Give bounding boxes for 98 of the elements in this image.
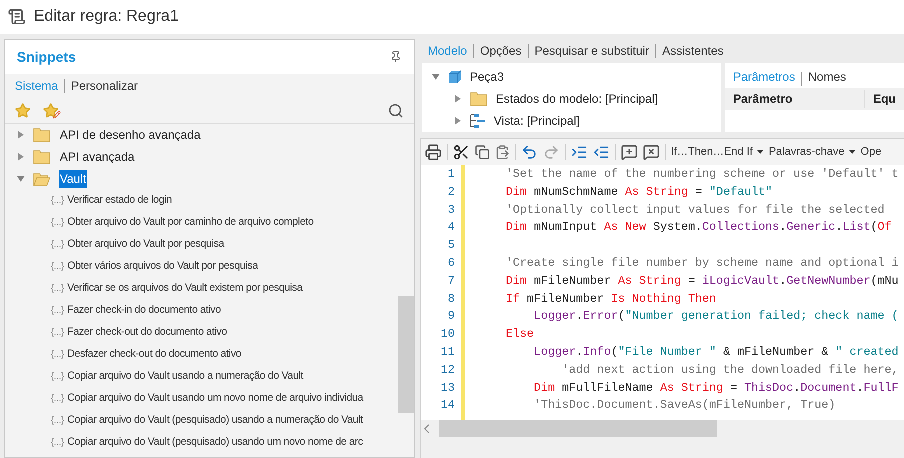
line-number: 13 <box>440 380 455 397</box>
snippet-item[interactable]: Desfazer check-out do documento ativo <box>68 347 242 363</box>
code-line: 'ThisDoc.Document.SaveAs(mFileNumber, True) <box>533 397 836 414</box>
folder-icon <box>33 172 51 186</box>
add-comment-icon[interactable] <box>621 144 638 160</box>
redo-icon[interactable] <box>543 144 560 160</box>
pin-icon[interactable] <box>390 51 402 63</box>
snippet-marker: {...} <box>51 370 65 384</box>
line-number: 7 <box>448 272 455 290</box>
snippet-marker: {...} <box>51 260 65 274</box>
line-number: 1 <box>448 166 455 183</box>
caret-icon <box>848 150 856 154</box>
line-number: 8 <box>448 290 455 308</box>
snippet-marker: {...} <box>51 282 65 296</box>
snippet-marker: {...} <box>51 304 65 318</box>
expand-caret-icon[interactable] <box>454 95 462 103</box>
expand-caret-icon[interactable] <box>17 131 25 139</box>
panel-title: Snippets <box>17 48 76 67</box>
tab[interactable]: Pesquisar e substituir <box>534 42 650 60</box>
caret-icon <box>756 150 764 154</box>
column-header[interactable]: Equ <box>865 90 904 108</box>
code-line: Dim mFileNumber As String = iLogicVault.GetNewNumber(mNu <box>506 272 899 290</box>
line-number: 2 <box>448 184 455 201</box>
snippet-item[interactable]: Obter arquivo do Vault por pesquisa <box>68 237 224 253</box>
snippet-item[interactable]: Copiar arquivo do Vault (pesquisado) usando um novo nome de arc <box>68 435 364 451</box>
undo-icon[interactable] <box>521 144 538 160</box>
window-title: Editar regra: Regra1 <box>34 7 179 27</box>
scroll-icon <box>8 8 26 26</box>
cube-icon <box>448 70 462 84</box>
code-line: 'Optionally collect input values for file the selected <box>506 202 885 219</box>
tab[interactable]: Personalizar <box>71 77 138 95</box>
code-line: If mFileNumber Is Nothing Then <box>506 290 716 308</box>
code-line: Dim mFullFileName As String = ThisDoc.Document.FullF <box>533 380 899 397</box>
line-number: 10 <box>440 326 455 344</box>
line-number: 14 <box>440 397 455 414</box>
line-number: 11 <box>440 344 455 361</box>
line-number: 5 <box>448 237 455 254</box>
snippet-item[interactable]: Fazer check-out do documento ativo <box>68 325 228 341</box>
cut-icon[interactable] <box>453 144 470 160</box>
tab[interactable]: Opções <box>480 42 522 60</box>
snippet-marker: {...} <box>51 436 65 450</box>
tab[interactable]: Assistentes <box>662 42 724 60</box>
snippet-marker: {...} <box>51 216 65 230</box>
expand-caret-icon[interactable] <box>17 153 25 161</box>
folder-icon <box>33 150 51 164</box>
tree-item[interactable]: Estados do modelo: [Principal] <box>496 90 658 108</box>
paste-icon[interactable] <box>495 144 510 160</box>
scrollbar-thumb[interactable] <box>439 420 717 437</box>
hierarchy-icon <box>470 114 486 128</box>
code-line: Logger.Info("File Number " & mFileNumber & " created <box>533 344 899 361</box>
dropdown-button[interactable]: If…Then…End If <box>671 144 764 160</box>
tab[interactable]: Parâmetros <box>733 68 796 86</box>
folder-icon <box>470 92 488 106</box>
dropdown-button[interactable]: Palavras-chave <box>768 144 856 160</box>
star-edit-icon[interactable] <box>43 102 61 118</box>
tree-item[interactable]: API avançada <box>59 148 136 166</box>
tab[interactable]: Nomes <box>808 68 846 86</box>
code-line: 'add next action using the downloaded file here, <box>561 362 899 379</box>
line-number: 4 <box>448 219 455 236</box>
snippet-marker: {...} <box>51 348 65 362</box>
expand-caret-icon[interactable] <box>17 175 25 183</box>
line-number: 6 <box>448 254 455 272</box>
code-line: 'Set the name of the numbering scheme or use 'Default' t <box>506 166 899 183</box>
snippet-item[interactable]: Copiar arquivo do Vault usando a numeração do Vault <box>68 369 304 385</box>
tree-item[interactable]: Vault <box>59 170 88 188</box>
snippet-marker: {...} <box>51 392 65 406</box>
expand-caret-icon[interactable] <box>432 73 440 81</box>
line-number: 12 <box>440 362 455 379</box>
line-number: 3 <box>448 202 455 219</box>
snippet-item[interactable]: Obter vários arquivos do Vault por pesquisa <box>68 259 258 275</box>
code-line: Dim mNumInput As New System.Collections.Generic.List(Of <box>506 219 892 236</box>
column-header[interactable]: Parâmetro <box>725 90 866 108</box>
tree-item[interactable]: Peça3 <box>470 68 504 86</box>
folder-icon <box>33 128 51 142</box>
code-line: Logger.Error("Number generation failed; check name ( <box>533 308 899 326</box>
snippet-item[interactable]: Copiar arquivo do Vault usando um novo nome de arquivo individua <box>68 391 364 407</box>
copy-icon[interactable] <box>475 144 490 160</box>
snippet-marker: {...} <box>51 414 65 428</box>
print-icon[interactable] <box>425 144 442 160</box>
expand-caret-icon[interactable] <box>454 117 462 125</box>
tree-item[interactable]: API de desenho avançada <box>59 126 202 144</box>
star-icon[interactable] <box>15 102 31 118</box>
snippet-marker: {...} <box>51 326 65 340</box>
search-icon[interactable] <box>388 102 404 118</box>
snippet-item[interactable]: Fazer check-in do documento ativo <box>68 303 222 319</box>
tree-item[interactable]: Vista: [Principal] <box>494 112 580 130</box>
code-line: Else <box>506 326 534 344</box>
snippet-item[interactable]: Verificar se os arquivos do Vault existem por pesquisa <box>68 281 303 297</box>
code-line: 'Create single file number by scheme name and optional i <box>506 254 899 272</box>
remove-comment-icon[interactable] <box>643 144 660 160</box>
line-number: 9 <box>448 308 455 326</box>
snippet-item[interactable]: Verificar estado de login <box>68 193 172 209</box>
snippet-marker: {...} <box>51 238 65 252</box>
snippet-item[interactable]: Obter arquivo do Vault por caminho de arquivo completo <box>68 215 314 231</box>
snippet-marker: {...} <box>51 194 65 208</box>
snippet-item[interactable]: Copiar arquivo do Vault (pesquisado) usando a numeração do Vault <box>68 413 364 429</box>
code-line: Dim mNumSchmName As String = "Default" <box>506 184 773 201</box>
dropdown-button[interactable]: Ope <box>860 144 882 160</box>
